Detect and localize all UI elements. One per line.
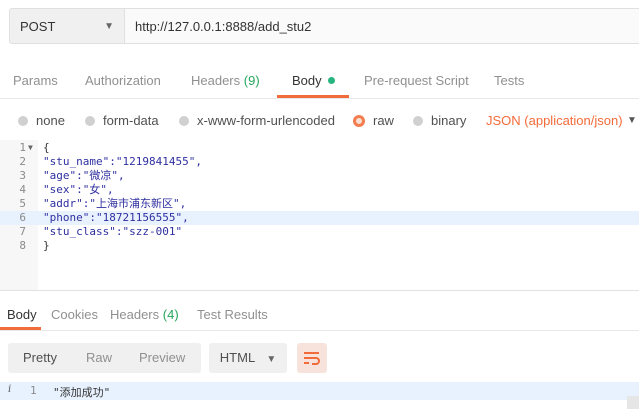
response-format-label: HTML (219, 350, 255, 365)
panel-divider[interactable] (0, 290, 639, 291)
headers-count-badge: (9) (243, 73, 260, 88)
tab-body-label: Body (292, 73, 322, 88)
tab-tests-label: Tests (494, 73, 525, 88)
radio-circle (85, 115, 95, 126)
code-text: "stu_class":"szz-001" (43, 225, 183, 238)
code-text: { (43, 141, 50, 154)
code-line: 2 "stu_name":"1219841455", (0, 155, 639, 169)
response-headers-count-badge: (4) (162, 307, 179, 322)
code-text: "stu_name":"1219841455", (43, 155, 202, 168)
response-tab-test-results[interactable]: Test Results (197, 300, 268, 330)
view-mode-group: Pretty Raw Preview (8, 343, 201, 373)
active-tab-indicator (277, 95, 349, 98)
tab-params[interactable]: Params (13, 64, 58, 98)
line-number: 4 (19, 183, 26, 196)
method-select[interactable]: POST ▼ (9, 8, 125, 44)
code-text: "sex":"女", (43, 183, 114, 196)
code-line: 3 "age":"微凉", (0, 169, 639, 183)
code-line: 7 "stu_class":"szz-001" (0, 225, 639, 239)
tab-params-label: Params (13, 73, 58, 88)
info-icon: i (8, 384, 12, 395)
preview-button[interactable]: Preview (139, 343, 185, 373)
code-line-active: 6 "phone":"18721156555", (0, 211, 639, 225)
radio-urlencoded-label: x-www-form-urlencoded (197, 113, 335, 128)
line-number: 8 (19, 239, 26, 252)
url-input[interactable]: http://127.0.0.1:8888/add_stu2 (124, 8, 639, 44)
content-type-dropdown[interactable]: JSON (application/json) (486, 113, 623, 128)
response-body-viewer[interactable]: i 1 "添加成功" (0, 382, 639, 400)
tab-prerequest-label: Pre-request Script (364, 73, 469, 88)
radio-circle-selected (353, 114, 365, 127)
tab-prerequest-script[interactable]: Pre-request Script (364, 64, 469, 98)
code-text: } (43, 239, 50, 252)
response-tab-test-results-label: Test Results (197, 307, 268, 322)
line-number: 3 (19, 169, 26, 182)
response-tab-cookies-label: Cookies (51, 307, 98, 322)
radio-circle (18, 115, 28, 126)
raw-button[interactable]: Raw (86, 343, 112, 373)
tab-body[interactable]: Body (292, 64, 335, 98)
response-tab-body[interactable]: Body (7, 300, 37, 330)
request-body-editor[interactable]: 1 ▼ { 2 "stu_name":"1219841455", 3 "age":"微凉… (0, 140, 639, 290)
tab-tests[interactable]: Tests (494, 64, 524, 98)
code-text: "phone":"18721156555", (43, 211, 189, 224)
tab-authorization[interactable]: Authorization (85, 64, 161, 98)
code-text: "age":"微凉", (43, 169, 125, 182)
response-text: "添加成功" (53, 386, 111, 399)
radio-urlencoded[interactable]: x-www-form-urlencoded (179, 113, 335, 128)
radio-circle (413, 115, 423, 126)
chevron-down-icon: ▼ (266, 354, 277, 365)
radio-binary[interactable]: binary (413, 113, 466, 128)
radio-form-data[interactable]: form-data (85, 113, 159, 128)
chevron-down-icon[interactable]: ▼ (627, 115, 637, 126)
line-number: 7 (19, 225, 26, 238)
radio-raw[interactable]: raw (353, 113, 394, 128)
url-text: http://127.0.0.1:8888/add_stu2 (135, 18, 312, 34)
tab-authorization-label: Authorization (85, 73, 161, 88)
request-tabs: Params Authorization Headers (9) Body Pr… (0, 64, 639, 99)
response-tabs: Body Cookies Headers (4) Test Results (0, 300, 639, 331)
radio-raw-label: raw (373, 113, 394, 128)
line-number: 6 (19, 211, 26, 224)
code-line: 4 "sex":"女", (0, 183, 639, 197)
active-response-tab-indicator (0, 327, 41, 330)
code-line: 8} (0, 239, 639, 253)
response-format-select[interactable]: HTML ▼ (209, 343, 287, 373)
pretty-button[interactable]: Pretty (23, 343, 57, 373)
code-line: 5 "addr":"上海市浦东新区", (0, 197, 639, 211)
radio-form-data-label: form-data (103, 113, 159, 128)
code-line: 1 ▼ { (0, 141, 639, 155)
response-tab-headers-label: Headers (110, 307, 160, 322)
line-number: 2 (19, 155, 26, 168)
wrap-lines-button[interactable] (297, 343, 327, 373)
fold-arrow-icon[interactable]: ▼ (28, 141, 33, 155)
line-number: 1 (30, 384, 37, 397)
tab-headers[interactable]: Headers (9) (191, 64, 260, 98)
response-tab-cookies[interactable]: Cookies (51, 300, 98, 330)
chevron-down-icon: ▼ (104, 20, 114, 32)
response-tab-headers[interactable]: Headers (4) (110, 300, 179, 330)
tab-headers-label: Headers (191, 73, 241, 88)
radio-binary-label: binary (431, 113, 467, 128)
line-number: 1 (19, 141, 26, 154)
line-number: 5 (19, 197, 26, 210)
status-dot-icon (327, 77, 335, 84)
radio-none[interactable]: none (18, 113, 65, 128)
wrap-icon (304, 352, 320, 365)
body-type-selector: none form-data x-www-form-urlencoded raw… (0, 108, 639, 132)
scrollbar[interactable] (627, 396, 639, 409)
radio-none-label: none (36, 113, 65, 128)
method-label: POST (20, 18, 56, 34)
response-tab-body-label: Body (7, 307, 37, 322)
radio-circle (179, 115, 189, 126)
code-text: "addr":"上海市浦东新区", (43, 197, 187, 210)
